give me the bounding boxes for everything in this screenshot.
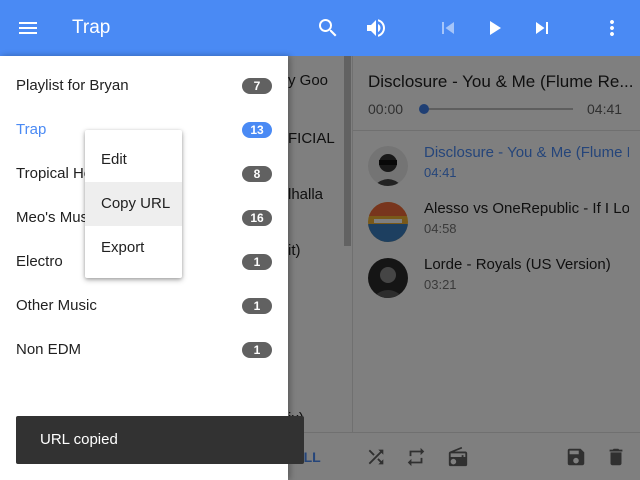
playlist-name: Non EDM bbox=[16, 341, 82, 358]
playlist-item-non-edm[interactable]: Non EDM 1 bbox=[0, 328, 288, 372]
app-title: Trap bbox=[72, 17, 111, 38]
playlist-count-badge: 1 bbox=[242, 342, 272, 358]
playlist-item-other-music[interactable]: Other Music 1 bbox=[0, 284, 288, 328]
playlist-name: Playlist for Bryan bbox=[16, 77, 129, 94]
volume-icon[interactable] bbox=[364, 16, 388, 40]
play-icon[interactable] bbox=[482, 16, 506, 40]
playlist-context-menu: Edit Copy URL Export bbox=[85, 130, 182, 278]
playlist-count-badge: 1 bbox=[242, 298, 272, 314]
skip-previous-icon[interactable] bbox=[436, 16, 460, 40]
playlist-count-badge: 8 bbox=[242, 166, 272, 182]
playlist-name: Trap bbox=[16, 121, 47, 138]
playlist-item-playlist-for-bryan[interactable]: Playlist for Bryan 7 bbox=[0, 64, 288, 108]
more-vert-icon[interactable] bbox=[600, 16, 624, 40]
snackbar: URL copied bbox=[16, 416, 304, 464]
playlist-name: Other Music bbox=[16, 297, 97, 314]
app-bar: Trap bbox=[0, 0, 640, 56]
playlist-count-badge: 7 bbox=[242, 78, 272, 94]
playlist-count-badge: 1 bbox=[242, 254, 272, 270]
menu-item-edit[interactable]: Edit bbox=[85, 138, 182, 182]
menu-icon[interactable] bbox=[16, 16, 40, 40]
menu-item-copy-url[interactable]: Copy URL bbox=[85, 182, 182, 226]
snackbar-message: URL copied bbox=[40, 431, 118, 448]
menu-item-export[interactable]: Export bbox=[85, 226, 182, 270]
skip-next-icon[interactable] bbox=[530, 16, 554, 40]
playlist-count-badge: 13 bbox=[242, 122, 272, 138]
search-icon[interactable] bbox=[316, 16, 340, 40]
drawer-scrim[interactable] bbox=[288, 56, 640, 480]
playlist-name: Electro bbox=[16, 253, 63, 270]
playlist-count-badge: 16 bbox=[242, 210, 272, 226]
